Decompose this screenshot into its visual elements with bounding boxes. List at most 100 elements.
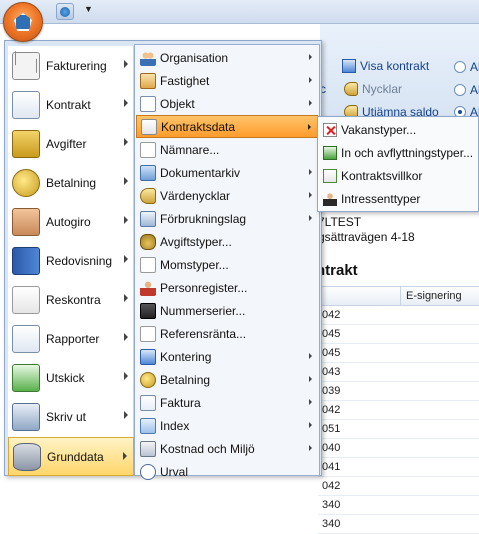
table-row[interactable]: 041	[318, 459, 479, 477]
name-icon	[140, 141, 156, 158]
key-icon	[344, 82, 358, 96]
submenu-item-index[interactable]: Index	[136, 414, 318, 437]
qat-dropdown-icon[interactable]: ▼	[84, 4, 93, 14]
flyout-item-vakanstyper[interactable]: Vakanstyper...	[319, 118, 477, 141]
archive-icon	[140, 164, 156, 181]
menu-item-avgifter[interactable]: Avgifter	[8, 124, 134, 163]
submenu-item-momstyper[interactable]: Momstyper...	[136, 253, 318, 276]
submenu-item-kontering[interactable]: Kontering	[136, 345, 318, 368]
chevron-right-icon	[309, 169, 312, 175]
menu-item-fakturering[interactable]: Fakturering	[8, 46, 134, 85]
invoice-icon	[140, 394, 156, 411]
chevron-right-icon	[309, 192, 312, 198]
table-row[interactable]: 051	[318, 421, 479, 439]
chevron-right-icon	[124, 216, 128, 224]
radio-label-1: Al	[470, 60, 479, 74]
submenu-item-referensränta[interactable]: Referensränta...	[136, 322, 318, 345]
percent-icon	[140, 256, 156, 273]
submenu-item-kontraktsdata[interactable]: Kontraktsdata	[136, 115, 318, 138]
table-row[interactable]: 043	[318, 364, 479, 382]
submenu-item-personregister[interactable]: Personregister...	[136, 276, 318, 299]
submenu-item-label: Kostnad och Miljö	[160, 441, 255, 456]
table-cell: 043	[322, 366, 341, 378]
radio-option-2[interactable]	[454, 84, 466, 96]
table-row[interactable]: 045	[318, 345, 479, 363]
address-line: gsättravägen 4-18	[318, 230, 415, 244]
menu-item-reskontra[interactable]: Reskontra	[8, 280, 134, 319]
column-header-e-signering[interactable]: E-signering	[406, 290, 462, 302]
book-icon	[12, 246, 40, 275]
visa-kontrakt-button[interactable]: Visa kontrakt	[342, 59, 429, 73]
flyout-item-kontraktsvillkor[interactable]: Kontraktsvillkor	[319, 164, 477, 187]
table-row[interactable]: 340	[318, 516, 479, 534]
table-cell: 340	[322, 499, 341, 511]
menu-item-utskick[interactable]: Utskick	[8, 358, 134, 397]
view-contract-icon	[342, 59, 356, 73]
menu-item-betalning[interactable]: Betalning	[8, 163, 134, 202]
chevron-right-icon	[309, 445, 312, 451]
table-row[interactable]: 045	[318, 326, 479, 344]
submenu-item-kostnad-och-miljö[interactable]: Kostnad och Miljö	[136, 437, 318, 460]
contract-data-icon	[141, 118, 157, 135]
flyout-item-label: In och avflyttningstyper...	[341, 145, 474, 160]
submenu-item-label: Referensränta...	[160, 326, 247, 341]
submenu-item-dokumentarkiv[interactable]: Dokumentarkiv	[136, 161, 318, 184]
table-cell: 042	[322, 309, 341, 321]
submenu-item-label: Urval	[160, 464, 189, 479]
report-icon	[12, 324, 40, 353]
application-button[interactable]	[3, 2, 43, 42]
submenu-item-förbrukningslag[interactable]: Förbrukningslag	[136, 207, 318, 230]
section-heading: ntrakt	[316, 262, 358, 279]
meter-icon	[140, 210, 156, 227]
table-row[interactable]: 042	[318, 478, 479, 496]
submenu-item-nummerserier[interactable]: Nummerserier...	[136, 299, 318, 322]
flyout-item-in-och-avflyttningstyper[interactable]: In och avflyttningstyper...	[319, 141, 477, 164]
chevron-right-icon	[124, 138, 128, 146]
table-cell: 041	[322, 461, 341, 473]
menu-item-grunddata[interactable]: Grunddata	[8, 437, 134, 476]
flyout-item-label: Kontraktsvillkor	[341, 168, 423, 183]
chevron-right-icon	[124, 411, 128, 419]
submenu-item-fastighet[interactable]: Fastighet	[136, 69, 318, 92]
key-icon	[140, 187, 156, 204]
menu-item-rapporter[interactable]: Rapporter	[8, 319, 134, 358]
table-row[interactable]: 039	[318, 383, 479, 401]
globe-icon[interactable]	[56, 3, 74, 20]
submenu-item-urval[interactable]: Urval	[136, 460, 318, 483]
chevron-right-icon	[124, 255, 128, 263]
submenu-item-label: Betalning	[160, 372, 211, 387]
move-icon	[323, 145, 337, 160]
chevron-right-icon	[124, 60, 128, 68]
table-row[interactable]: 340	[318, 497, 479, 515]
menu-item-redovisning[interactable]: Redovisning	[8, 241, 134, 280]
menu-item-kontrakt[interactable]: Kontrakt	[8, 85, 134, 124]
fees-icon	[12, 129, 40, 158]
table-row[interactable]: 040	[318, 440, 479, 458]
submenu-item-label: Faktura	[160, 395, 201, 410]
table-row[interactable]: 042	[318, 402, 479, 420]
menu-item-autogiro[interactable]: Autogiro	[8, 202, 134, 241]
submenu-item-label: Nämnare...	[160, 142, 220, 157]
application-menu-left-column: Fakturering Kontrakt Avgifter Betalning Auto…	[8, 46, 134, 476]
nycklar-button[interactable]: Nycklar	[344, 82, 402, 96]
submenu-item-betalning[interactable]: Betalning	[136, 368, 318, 391]
chevron-right-icon	[309, 215, 312, 221]
flyout-item-intressenttyper[interactable]: Intressenttyper	[319, 187, 477, 210]
submenu-item-label: Nummerserier...	[160, 303, 246, 318]
chevron-right-icon	[309, 422, 312, 428]
menu-item-skriv-ut[interactable]: Skriv ut	[8, 397, 134, 436]
submenu-item-värdenycklar[interactable]: Värdenycklar	[136, 184, 318, 207]
submenu-item-objekt[interactable]: Objekt	[136, 92, 318, 115]
submenu-item-nämnare[interactable]: Nämnare...	[136, 138, 318, 161]
table-cell: 042	[322, 480, 341, 492]
submenu-item-avgiftstyper[interactable]: Avgiftstyper...	[136, 230, 318, 253]
radio-option-1[interactable]	[454, 61, 466, 73]
menu-item-label: Redovisning	[46, 253, 113, 268]
submenu-item-organisation[interactable]: Organisation	[136, 46, 318, 69]
terms-icon	[323, 168, 337, 183]
submenu-item-faktura[interactable]: Faktura	[136, 391, 318, 414]
number-series-icon	[140, 302, 156, 319]
chevron-right-icon	[309, 100, 312, 106]
table-row[interactable]: 042	[318, 307, 479, 325]
chevron-right-icon	[124, 177, 128, 185]
